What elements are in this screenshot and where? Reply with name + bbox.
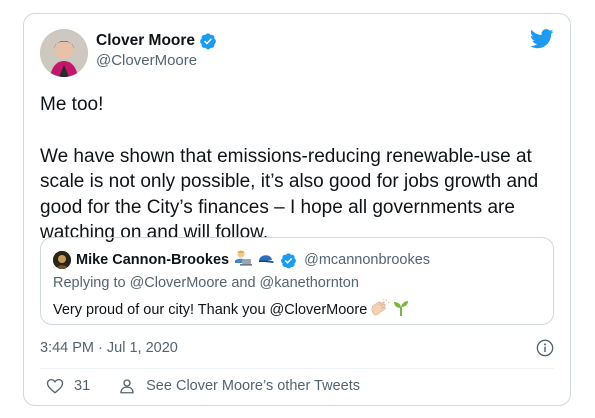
quoted-tweet[interactable]: Mike Cannon-Brookes @mcannonbrookes Repl… bbox=[40, 237, 554, 325]
info-icon[interactable] bbox=[536, 339, 554, 357]
tweet-actions: 31 See Clover Moore’s other Tweets bbox=[40, 377, 360, 395]
quoted-tweet-text: Very proud of our city! Thank you @Clove… bbox=[53, 302, 368, 318]
quoted-verified-badge-icon bbox=[281, 252, 297, 268]
author-avatar[interactable] bbox=[40, 29, 88, 77]
tweet-timestamp[interactable]: 3:44 PM · Jul 1, 2020 bbox=[40, 340, 178, 356]
man-technologist-emoji-icon bbox=[234, 249, 253, 271]
clapping-hands-emoji-icon bbox=[370, 298, 390, 321]
quoted-author-name[interactable]: Mike Cannon-Brookes bbox=[76, 252, 229, 268]
author-name[interactable]: Clover Moore bbox=[96, 32, 195, 50]
other-tweets-link[interactable]: See Clover Moore’s other Tweets bbox=[118, 377, 360, 395]
other-tweets-label[interactable]: See Clover Moore’s other Tweets bbox=[146, 378, 360, 394]
divider bbox=[40, 368, 554, 369]
replying-to: Replying to @CloverMoore and @kanethornt… bbox=[53, 275, 359, 291]
heart-icon bbox=[46, 378, 64, 394]
tweet-card: Clover Moore @CloverMoore Me too! We hav… bbox=[23, 13, 571, 406]
tweet-line-1: Me too! bbox=[40, 94, 104, 115]
quoted-author-avatar[interactable] bbox=[53, 251, 71, 269]
tweet-text: Me too! We have shown that emissions-red… bbox=[40, 92, 540, 246]
profile-icon bbox=[120, 379, 134, 394]
quoted-tweet-header: Mike Cannon-Brookes @mcannonbrookes bbox=[53, 249, 430, 271]
author-handle[interactable]: @CloverMoore bbox=[96, 52, 197, 69]
seedling-emoji-icon bbox=[393, 299, 409, 321]
twitter-bird-icon[interactable] bbox=[530, 29, 554, 49]
verified-badge-icon bbox=[200, 33, 216, 50]
author-name-row[interactable]: Clover Moore bbox=[96, 32, 217, 50]
like-count: 31 bbox=[74, 378, 91, 394]
tweet-paragraph: We have shown that emissions-reducing re… bbox=[40, 145, 539, 244]
quoted-author-handle[interactable]: @mcannonbrookes bbox=[304, 252, 430, 268]
like-button[interactable]: 31 bbox=[46, 377, 90, 395]
blue-cap-emoji-icon bbox=[257, 249, 275, 271]
quoted-tweet-text-row: Very proud of our city! Thank you @Clove… bbox=[53, 298, 409, 321]
